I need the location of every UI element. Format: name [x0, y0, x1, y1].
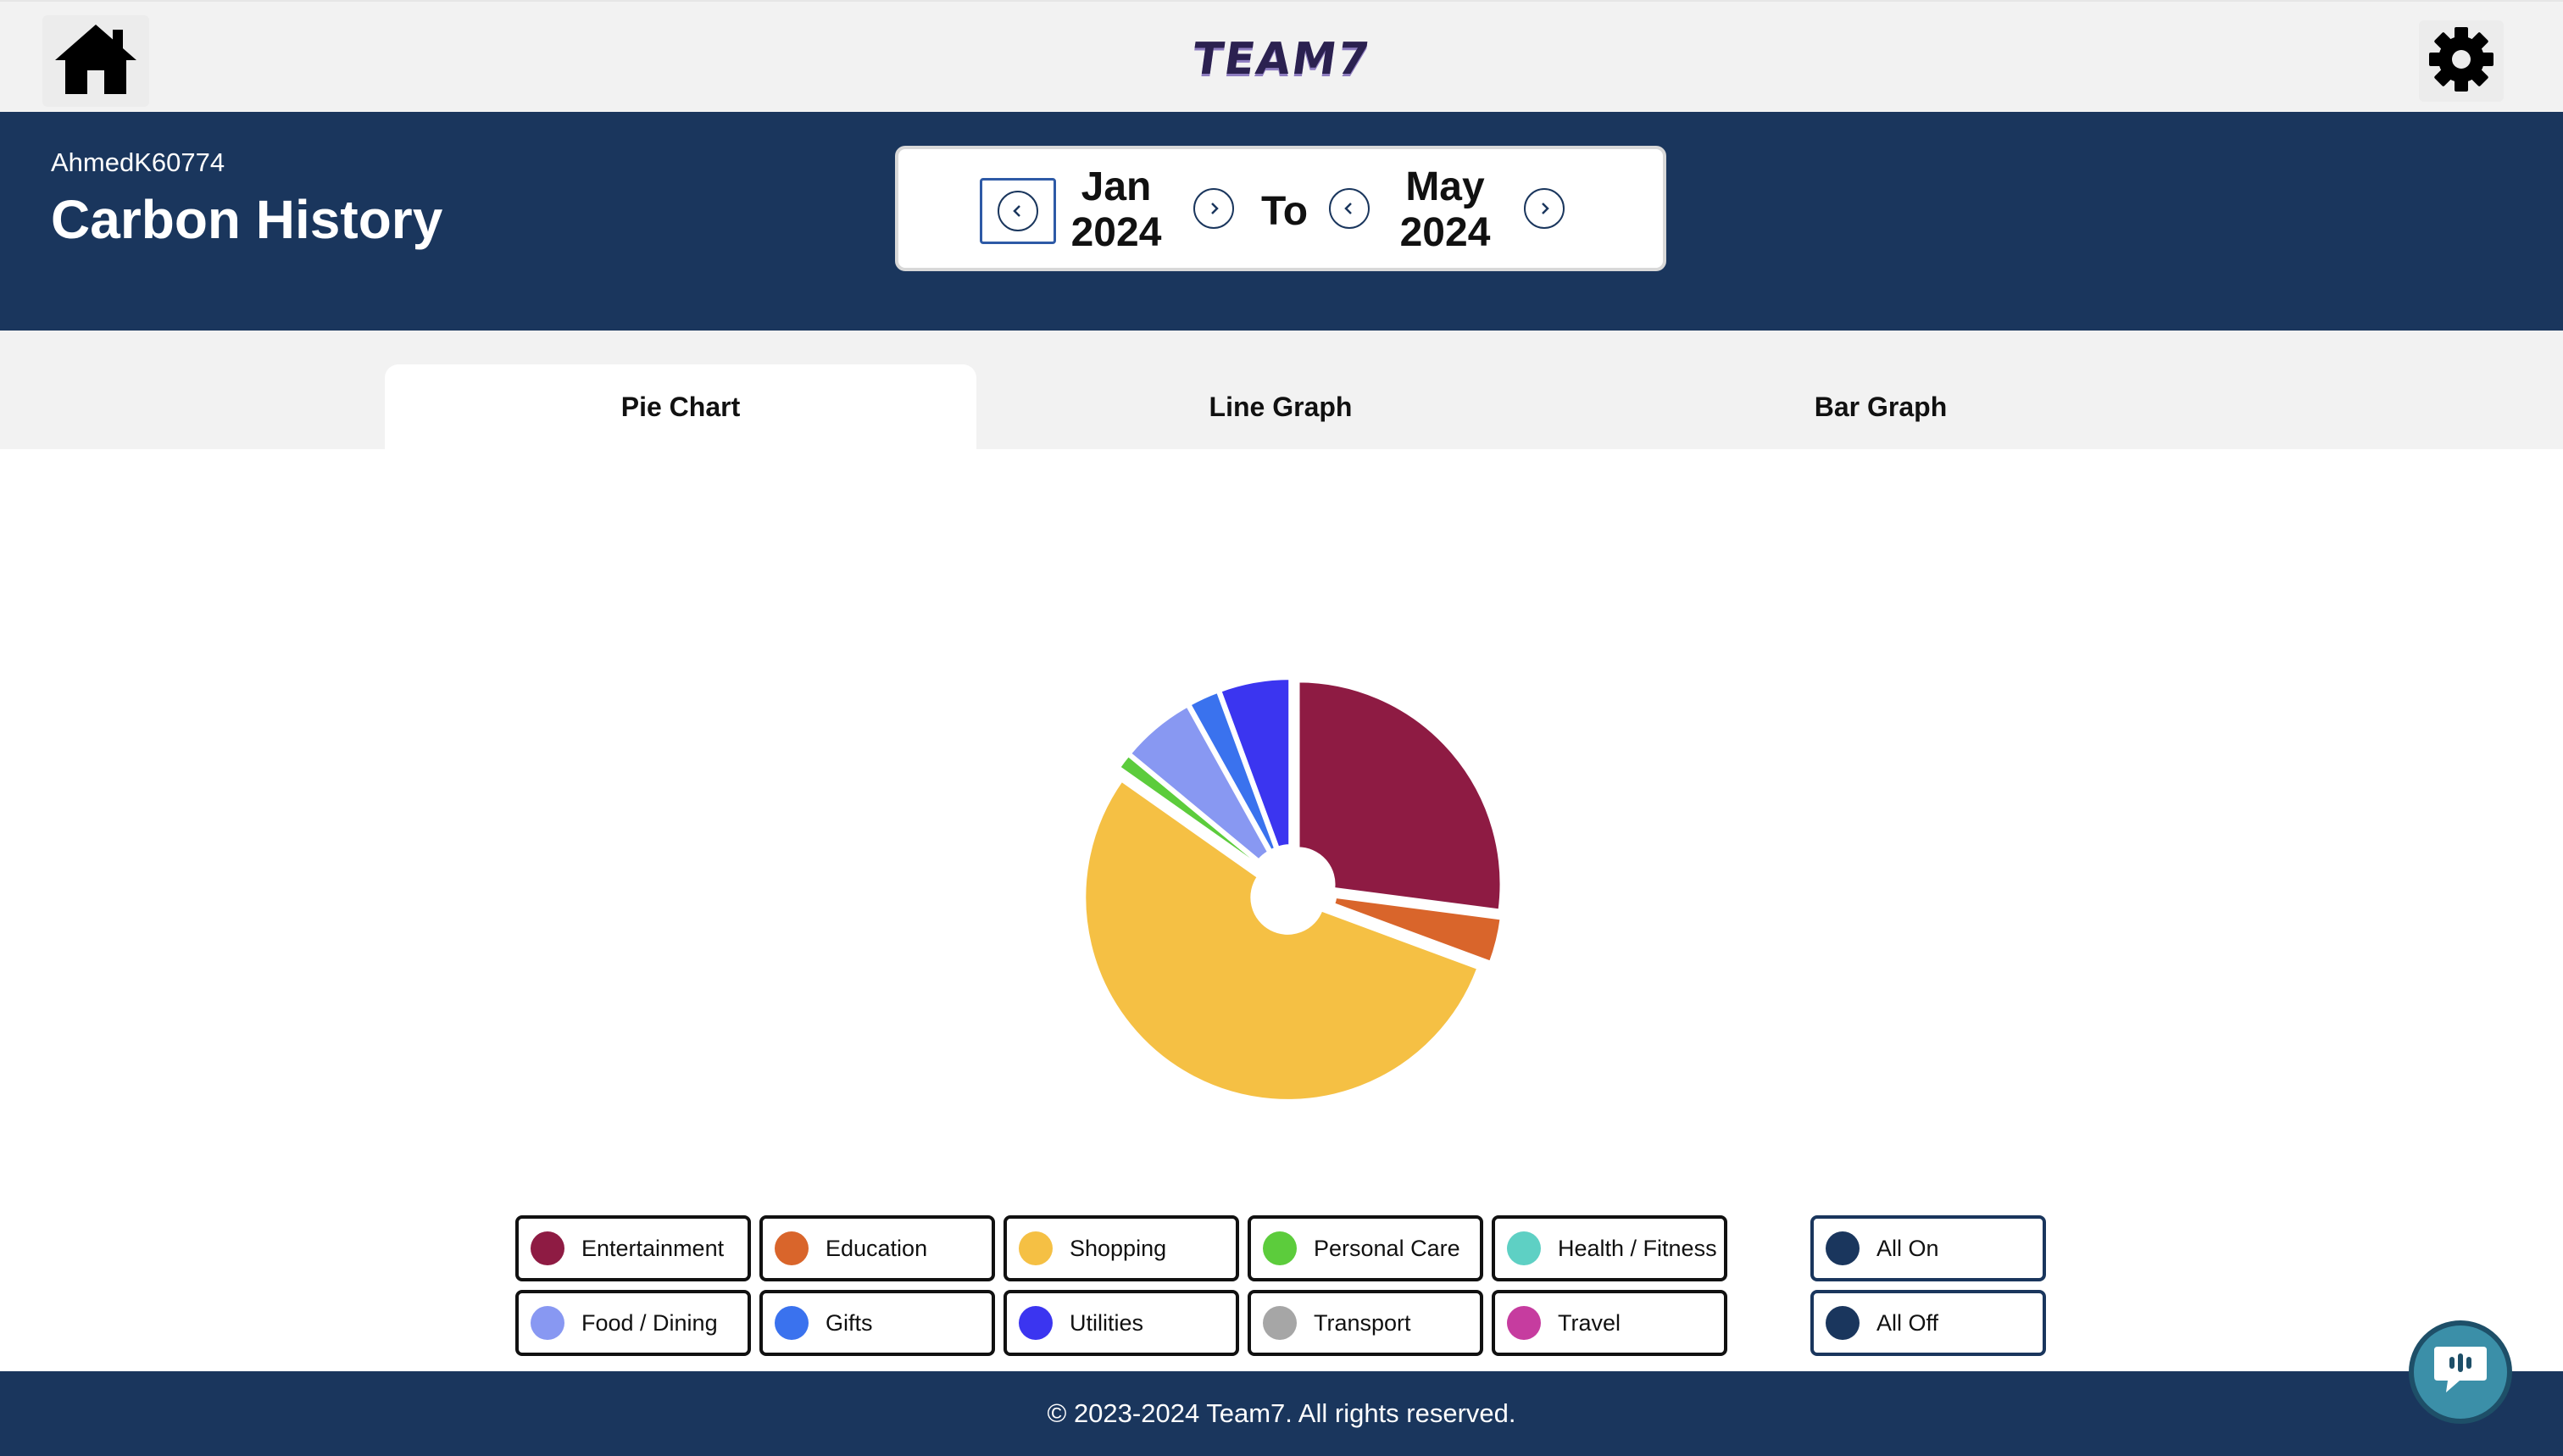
legend-label: Gifts [826, 1309, 873, 1336]
legend-label: Personal Care [1314, 1235, 1460, 1261]
legend-item-entertainment[interactable]: Entertainment [515, 1215, 751, 1281]
end-date: May 2024 [1390, 164, 1500, 256]
legend-item-personal-care[interactable]: Personal Care [1248, 1215, 1483, 1281]
legend-label: Health / Fitness [1558, 1235, 1717, 1261]
chat-button[interactable] [2409, 1320, 2512, 1424]
start-month-next-button[interactable] [1193, 188, 1234, 229]
legend-item-travel[interactable]: Travel [1492, 1290, 1727, 1356]
copyright-text: © 2023-2024 Team7. All rights reserved. [1047, 1398, 1516, 1428]
chevron-right-icon [1211, 203, 1219, 214]
end-month: May [1405, 164, 1485, 209]
legend-color-dot [1507, 1231, 1541, 1265]
home-button[interactable] [42, 15, 149, 107]
tab-bar-graph[interactable]: Bar Graph [1585, 364, 2177, 449]
pie-chart [1054, 653, 1529, 1127]
start-month-prev-button[interactable] [998, 191, 1038, 231]
legend-label: Education [826, 1235, 928, 1261]
legend-color-dot [775, 1306, 809, 1340]
tab-label: Line Graph [1209, 391, 1353, 422]
legend-color-dot [531, 1306, 564, 1340]
legend-item-health-fitness[interactable]: Health / Fitness [1492, 1215, 1727, 1281]
chart-tabs: Pie Chart Line Graph Bar Graph [0, 331, 2563, 449]
tab-pie-chart[interactable]: Pie Chart [385, 364, 976, 449]
legend-color-dot [531, 1231, 564, 1265]
page-title: Carbon History [51, 189, 443, 250]
legend-label: Travel [1558, 1309, 1621, 1336]
team7-logo: TEAM7 [1189, 34, 1374, 85]
end-year: 2024 [1399, 210, 1491, 255]
pie-chart-svg [1082, 676, 1504, 1103]
legend-item-gifts[interactable]: Gifts [759, 1290, 995, 1356]
all-on-label: All On [1876, 1235, 1939, 1261]
footer: © 2023-2024 Team7. All rights reserved. [0, 1371, 2563, 1456]
settings-button[interactable] [2419, 20, 2504, 102]
legend-label: Shopping [1070, 1235, 1167, 1261]
date-range-selector: Jan 2024 To May 2024 [895, 146, 1666, 271]
start-date: Jan 2024 [1061, 164, 1171, 256]
top-bar: TEAM7 [0, 0, 2563, 112]
tab-label: Bar Graph [1814, 391, 1948, 422]
legend-item-education[interactable]: Education [759, 1215, 995, 1281]
tab-line-graph[interactable]: Line Graph [985, 364, 1576, 449]
gear-icon [2427, 25, 2495, 97]
legend-color-dot [1263, 1231, 1297, 1265]
legend-label: Transport [1314, 1309, 1411, 1336]
chevron-left-icon [1344, 203, 1352, 214]
tab-label: Pie Chart [620, 391, 741, 422]
legend-label: Entertainment [581, 1235, 725, 1261]
chevron-right-icon [1542, 203, 1549, 214]
start-month: Jan [1081, 164, 1152, 209]
legend-item-utilities[interactable]: Utilities [1004, 1290, 1239, 1356]
legend-item-transport[interactable]: Transport [1248, 1290, 1483, 1356]
home-icon [52, 21, 140, 102]
chevron-left-icon [1013, 205, 1020, 217]
all-off-button[interactable]: All Off [1810, 1290, 2046, 1356]
username-label: AhmedK60774 [51, 147, 225, 177]
legend-color-dot [775, 1231, 809, 1265]
legend-color-dot [1507, 1306, 1541, 1340]
legend-item-food-dining[interactable]: Food / Dining [515, 1290, 751, 1356]
legend-color-dot [1019, 1231, 1053, 1265]
chat-icon [2431, 1343, 2490, 1402]
legend-color-dot [1263, 1306, 1297, 1340]
start-year: 2024 [1070, 210, 1162, 255]
page-header: AhmedK60774 Carbon History Jan 2024 To M… [0, 112, 2563, 331]
end-month-next-button[interactable] [1524, 188, 1565, 229]
end-month-prev-button[interactable] [1329, 188, 1370, 229]
start-prev-focus-ring [980, 178, 1056, 244]
legend-color-dot [1826, 1231, 1860, 1265]
all-on-button[interactable]: All On [1810, 1215, 2046, 1281]
legend-color-dot [1826, 1306, 1860, 1340]
date-range-separator: To [1261, 189, 1309, 234]
legend-color-dot [1019, 1306, 1053, 1340]
legend-label: Utilities [1070, 1309, 1144, 1336]
pie-slice-entertainment[interactable] [1296, 679, 1504, 913]
legend-item-shopping[interactable]: Shopping [1004, 1215, 1239, 1281]
legend-label: Food / Dining [581, 1309, 718, 1336]
all-off-label: All Off [1876, 1309, 1939, 1336]
